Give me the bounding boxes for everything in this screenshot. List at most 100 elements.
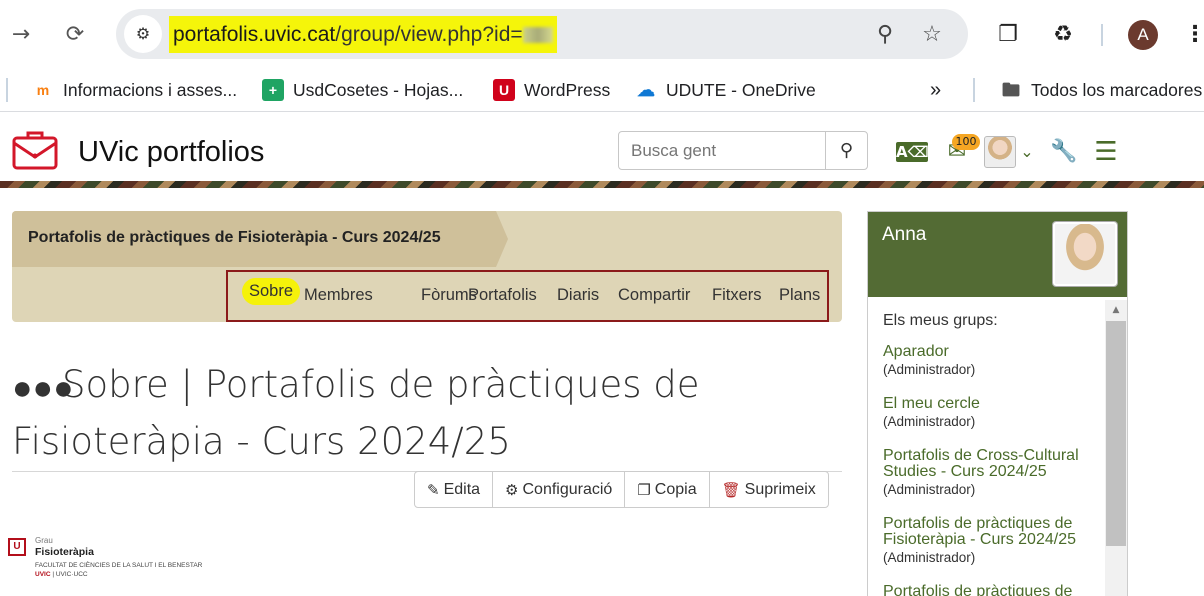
- group-people-icon: ●●●: [12, 368, 74, 408]
- chevron-down-icon[interactable]: ⌄: [1017, 138, 1037, 166]
- grau-name: Fisioteràpia: [35, 546, 94, 558]
- tab-portafolis[interactable]: Portafolis: [468, 286, 537, 305]
- pencil-icon: ✎: [427, 481, 440, 499]
- tab-compartir[interactable]: Compartir: [618, 286, 690, 305]
- wrench-icon[interactable]: 🔧: [1050, 138, 1078, 166]
- grau-uvic-rest: | UVIC·UCC: [52, 571, 88, 578]
- moodle-icon: m: [36, 82, 50, 98]
- onedrive-icon: ☁: [637, 80, 655, 100]
- bookmark-label: Informacions i asses...: [63, 79, 238, 100]
- folder-icon: 🖿: [1002, 80, 1020, 100]
- group-link[interactable]: Portafolis de Cross-Cultural Studies - C…: [883, 448, 1103, 480]
- bookmark-item[interactable]: m Informacions i asses...: [32, 76, 237, 104]
- zoom-icon[interactable]: ⚲: [872, 22, 898, 48]
- bookmark-label: UDUTE - OneDrive: [666, 79, 816, 100]
- tab-sobre[interactable]: Sobre: [242, 278, 301, 305]
- tab-plans[interactable]: Plans: [779, 286, 820, 305]
- grau-fisioterapia-logo: U Grau Fisioteràpia FACULTAT DE CIÈNCIES…: [8, 536, 228, 586]
- redacted-id: [522, 27, 553, 44]
- grau-uvic-line: UVIC | UVIC·UCC: [35, 571, 88, 578]
- sheets-icon: +: [262, 79, 284, 101]
- group-link[interactable]: Portafolis de pràctiques de Fisioteràpia…: [883, 516, 1103, 548]
- header-pattern-band: [0, 181, 1204, 188]
- site-settings-icon[interactable]: ⚙: [124, 15, 162, 53]
- group-tabs: Sobre Membres Fòrums Portafolis Diaris C…: [226, 270, 829, 322]
- star-bookmark-icon[interactable]: ☆: [919, 22, 945, 48]
- group-list-item: Portafolis de pràctiques de Fisioteràpia…: [883, 516, 1103, 566]
- more-bookmarks-icon[interactable]: »: [930, 76, 941, 104]
- group-title[interactable]: Portafolis de pràctiques de Fisioteràpia…: [28, 229, 441, 247]
- search-input[interactable]: [619, 132, 827, 169]
- browser-toolbar: → ⟳ ⚙ portafolis.uvic.cat/group/view.php…: [0, 0, 1204, 70]
- grau-uvic: UVIC: [35, 571, 51, 578]
- group-list-item: El meu cercle (Administrador): [883, 396, 1103, 430]
- browser-menu-icon[interactable]: ⋮: [1180, 20, 1204, 50]
- user-avatar[interactable]: [984, 136, 1016, 168]
- sidebar-user-photo[interactable]: [1053, 222, 1117, 286]
- search-icon[interactable]: ⚲: [825, 132, 867, 169]
- tab-fitxers[interactable]: Fitxers: [712, 286, 762, 305]
- delete-button[interactable]: 🗑 Suprimeix: [708, 472, 828, 507]
- bookmark-item[interactable]: U WordPress: [493, 76, 610, 104]
- url-text[interactable]: portafolis.uvic.cat/group/view.php?id=: [169, 16, 557, 53]
- delete-label: Suprimeix: [744, 480, 816, 498]
- tab-search-icon[interactable]: ❐: [993, 20, 1023, 50]
- inbox-count-badge: 100: [952, 134, 980, 150]
- profile-avatar[interactable]: A: [1128, 20, 1158, 50]
- language-icon[interactable]: A⌫: [896, 142, 929, 162]
- group-banner: Portafolis de pràctiques de Fisioteràpia…: [12, 211, 842, 322]
- reload-icon[interactable]: ⟳: [58, 18, 92, 52]
- tab-diaris[interactable]: Diaris: [557, 286, 599, 305]
- all-bookmarks-label: Todos los marcadores: [1031, 79, 1203, 100]
- group-list-item: Aparador (Administrador): [883, 344, 1103, 378]
- group-role: (Administrador): [883, 550, 976, 565]
- edit-button[interactable]: ✎ Edita: [415, 472, 492, 507]
- page-heading-text: Sobre | Portafolis de pràctiques de Fisi…: [12, 363, 700, 463]
- edit-label: Edita: [443, 480, 481, 498]
- scroll-up-arrow-icon[interactable]: ▲: [1105, 302, 1127, 318]
- all-bookmarks-item[interactable]: 🖿 Todos los marcadores: [1000, 76, 1202, 104]
- url-path: /group/view.php?id=: [335, 23, 523, 46]
- settings-button[interactable]: ⚙ Configuració: [492, 472, 624, 507]
- settings-label: Configuració: [522, 480, 613, 498]
- site-header: UVic portfolios ⚲ A⌫ ✉ 100 ⌄ 🔧 ☰: [0, 120, 1204, 182]
- tab-membres[interactable]: Membres: [304, 286, 373, 305]
- bookmark-item[interactable]: ☁ UDUTE - OneDrive: [635, 76, 816, 104]
- address-bar[interactable]: ⚙ portafolis.uvic.cat/group/view.php?id=…: [116, 9, 968, 59]
- site-title[interactable]: UVic portfolios: [78, 136, 264, 169]
- extensions-icon[interactable]: ♻: [1048, 20, 1078, 50]
- portfolio-logo-icon[interactable]: [12, 129, 58, 171]
- sidebar-header: Anna: [868, 212, 1127, 297]
- uvic-u-logo-icon: U: [8, 538, 26, 556]
- bookmark-item[interactable]: + UsdCosetes - Hojas...: [262, 76, 463, 104]
- group-title-box: Portafolis de pràctiques de Fisioteràpia…: [12, 211, 508, 267]
- bookmark-label: WordPress: [524, 79, 611, 100]
- copy-label: Copia: [654, 480, 697, 498]
- trash-icon: 🗑: [721, 481, 741, 499]
- group-link[interactable]: El meu cercle: [883, 396, 1103, 412]
- my-groups-label: Els meus grups:: [883, 312, 998, 329]
- user-sidebar: Anna Els meus grups: Aparador (Administr…: [867, 211, 1128, 596]
- sidebar-scroll-thumb[interactable]: [1106, 321, 1126, 546]
- group-link[interactable]: Aparador: [883, 344, 1103, 360]
- copy-button[interactable]: ❐ Copia: [624, 472, 708, 507]
- forward-icon[interactable]: →: [4, 18, 38, 52]
- bookmarks-bar: m Informacions i asses... + UsdCosetes -…: [0, 70, 1204, 112]
- my-groups-list: Els meus grups: Aparador (Administrador)…: [883, 312, 1103, 596]
- bookmark-label: UsdCosetes - Hojas...: [293, 79, 464, 100]
- bookmarks-divider: [6, 78, 8, 102]
- sidebar-user-name[interactable]: Anna: [882, 224, 926, 246]
- people-search: ⚲: [618, 131, 868, 170]
- group-role: (Administrador): [883, 482, 976, 497]
- bookmarks-divider: [973, 78, 975, 102]
- url-domain: portafolis.uvic.cat: [173, 23, 336, 46]
- toolbar-divider: [1101, 24, 1103, 46]
- group-list-item: Portafolis de Cross-Cultural Studies - C…: [883, 448, 1103, 498]
- group-role: (Administrador): [883, 414, 976, 429]
- gear-icon: ⚙: [505, 481, 519, 499]
- uvic-icon: U: [493, 79, 515, 101]
- hamburger-menu-icon[interactable]: ☰: [1092, 138, 1120, 166]
- grau-faculty: FACULTAT DE CIÈNCIES DE LA SALUT I EL BE…: [35, 562, 203, 569]
- group-link[interactable]: Portafolis de pràctiques de: [883, 584, 1103, 596]
- group-role: (Administrador): [883, 362, 976, 377]
